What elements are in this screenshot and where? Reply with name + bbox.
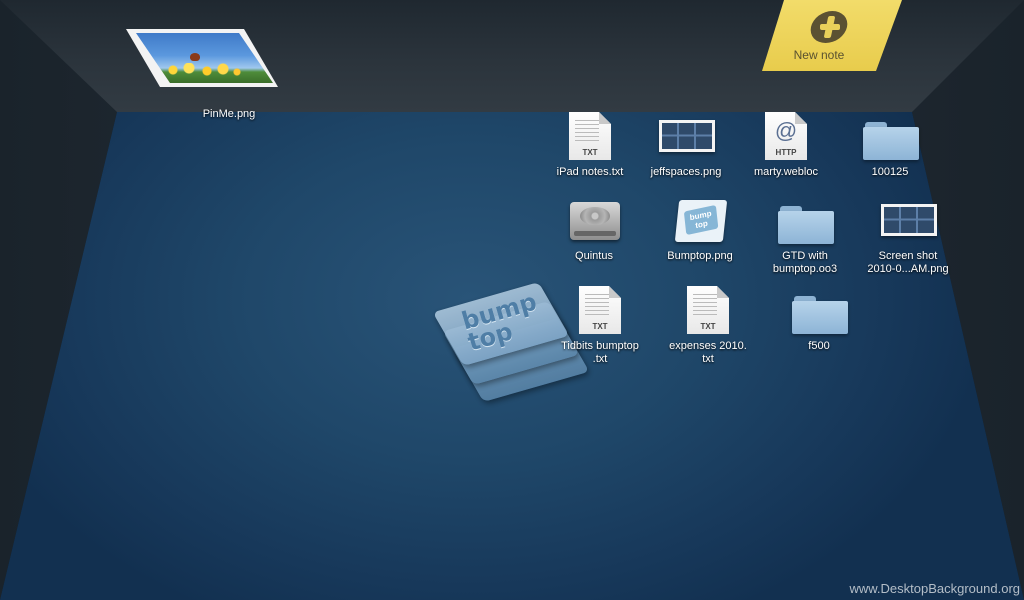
- item-label: marty.webloc: [754, 166, 818, 178]
- item-label: expenses 2010. txt: [669, 340, 747, 365]
- item-label: jeffspaces.png: [650, 166, 722, 178]
- text-file-icon: TXT: [681, 286, 735, 336]
- flowers-graphic: [163, 63, 243, 77]
- item-label: 100125: [871, 166, 909, 178]
- image-file-icon: [659, 112, 715, 162]
- image-file-icon: bump top: [673, 196, 728, 246]
- desktop-item-bumptop-png[interactable]: bump top Bumptop.png: [652, 196, 748, 263]
- hard-drive-icon: [567, 196, 621, 246]
- desktop-item-quintus[interactable]: Quintus: [546, 196, 642, 263]
- desktop-item-100125[interactable]: 100125: [842, 112, 938, 179]
- item-label: Bumptop.png: [667, 250, 733, 262]
- pinned-image-label: PinMe.png: [202, 108, 256, 120]
- butterfly-graphic: [190, 53, 200, 61]
- item-label: Tidbits bumptop .txt: [561, 340, 639, 365]
- image-file-icon: [881, 196, 937, 246]
- desktop-item-jeffspaces[interactable]: jeffspaces.png: [638, 112, 734, 179]
- item-label: Screen shot 2010-0...AM.png: [867, 250, 949, 275]
- watermark-text: www.DesktopBackground.org: [849, 581, 1020, 596]
- desktop-item-tidbits-bumptop[interactable]: TXT Tidbits bumptop .txt: [552, 286, 648, 366]
- item-label: Quintus: [575, 250, 613, 262]
- desktop-item-expenses-2010[interactable]: TXT expenses 2010. txt: [660, 286, 756, 366]
- folder-icon: [863, 112, 919, 162]
- desktop-item-gtd-with-bumptop[interactable]: GTD with bumptop.oo3: [757, 196, 853, 276]
- item-label: iPad notes.txt: [556, 166, 624, 178]
- item-label: GTD with bumptop.oo3: [772, 250, 838, 275]
- folder-icon: [792, 286, 848, 336]
- desktop-item-screen-shot[interactable]: Screen shot 2010-0...AM.png: [860, 196, 956, 276]
- item-label: f500: [808, 340, 830, 352]
- text-file-icon: TXT: [563, 112, 617, 162]
- desktop-item-marty-webloc[interactable]: @ HTTP marty.webloc: [738, 112, 834, 179]
- folder-icon: [778, 196, 834, 246]
- desktop-item-ipad-notes[interactable]: TXT iPad notes.txt: [542, 112, 638, 179]
- webloc-file-icon: @ HTTP: [759, 112, 813, 162]
- new-note-label: New note: [793, 48, 845, 62]
- desktop-item-f500[interactable]: f500: [771, 286, 867, 353]
- plus-icon[interactable]: [807, 11, 854, 45]
- text-file-icon: TXT: [573, 286, 627, 336]
